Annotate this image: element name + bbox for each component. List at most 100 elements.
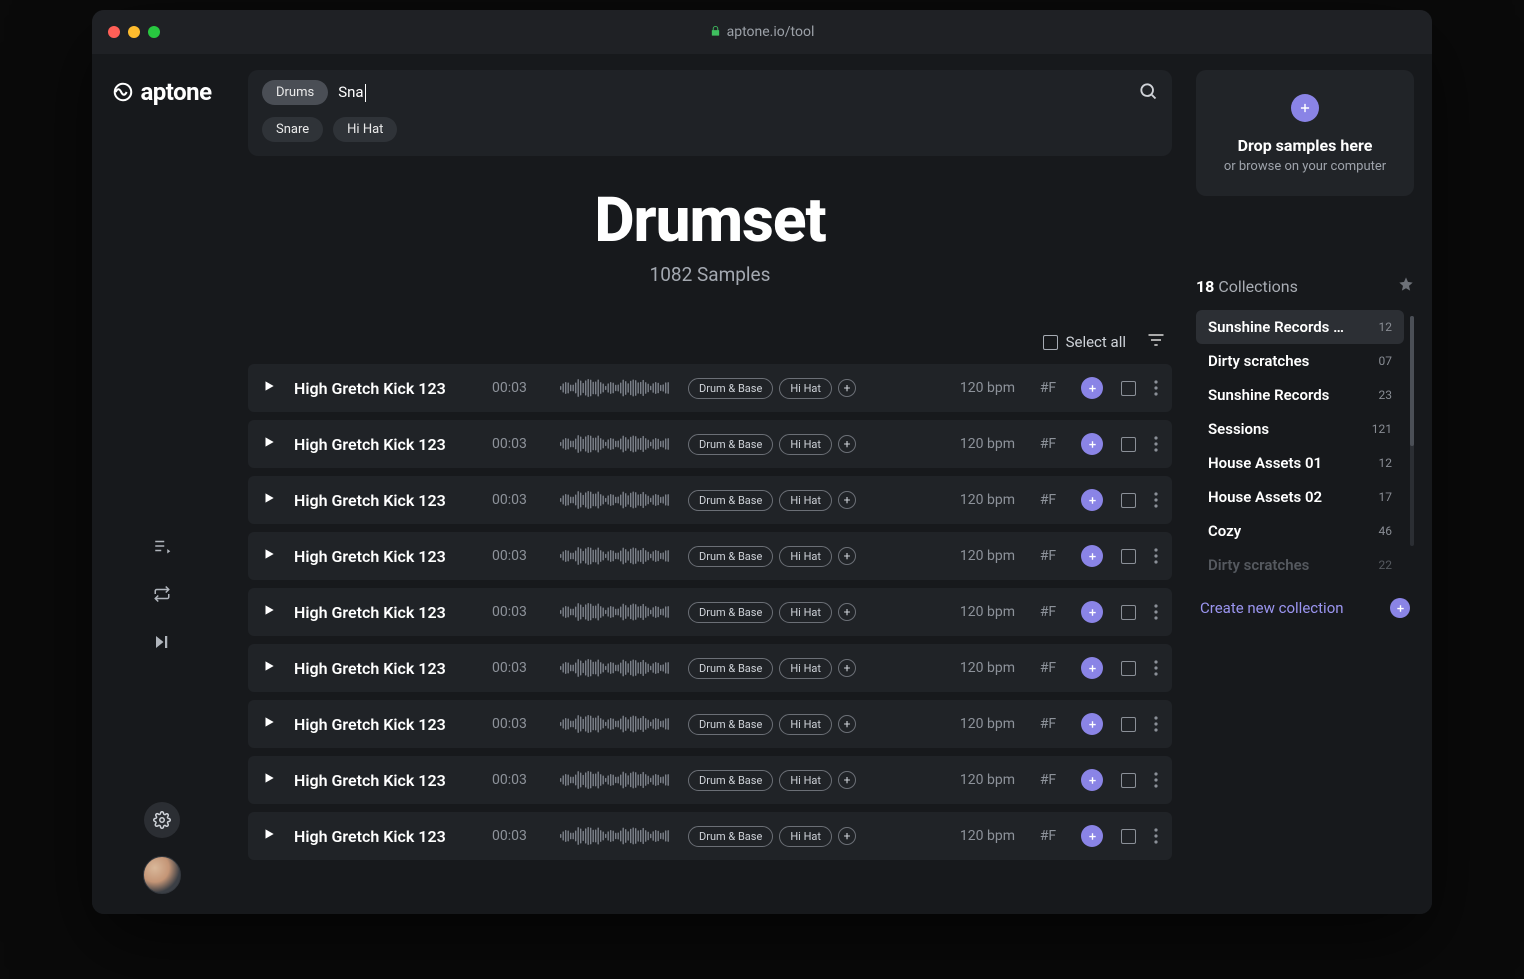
tag-pill[interactable]: Drum & Base — [688, 546, 773, 567]
play-button[interactable] — [262, 434, 276, 454]
row-more-button[interactable] — [1154, 716, 1158, 732]
skip-icon[interactable] — [152, 632, 172, 652]
tag-pill[interactable]: Hi Hat — [779, 826, 832, 847]
row-checkbox[interactable] — [1121, 829, 1136, 844]
collection-count: 07 — [1379, 354, 1393, 368]
tag-pill[interactable]: Drum & Base — [688, 602, 773, 623]
tag-pill[interactable]: Drum & Base — [688, 714, 773, 735]
collections-scrollbar[interactable] — [1410, 316, 1414, 546]
tag-pill[interactable]: Hi Hat — [779, 546, 832, 567]
add-sample-button[interactable] — [1081, 377, 1103, 399]
play-button[interactable] — [262, 546, 276, 566]
brand-logo[interactable]: aptone — [112, 78, 211, 106]
loop-icon[interactable] — [152, 584, 172, 604]
row-more-button[interactable] — [1154, 492, 1158, 508]
create-collection-link[interactable]: Create new collection — [1200, 599, 1344, 617]
sort-button[interactable] — [1146, 330, 1166, 354]
tag-pill[interactable]: Hi Hat — [779, 378, 832, 399]
search-input[interactable]: Sna — [338, 83, 365, 102]
add-sample-button[interactable] — [1081, 601, 1103, 623]
row-more-button[interactable] — [1154, 604, 1158, 620]
add-tag-button[interactable]: + — [838, 547, 856, 565]
search-button[interactable] — [1138, 81, 1158, 105]
play-icon — [262, 658, 276, 674]
collection-item[interactable]: Cozy 46 — [1196, 514, 1404, 548]
tag-pill[interactable]: Drum & Base — [688, 826, 773, 847]
active-filter-chip[interactable]: Drums — [262, 80, 328, 105]
tag-pill[interactable]: Drum & Base — [688, 490, 773, 511]
tag-pill[interactable]: Drum & Base — [688, 434, 773, 455]
row-checkbox[interactable] — [1121, 661, 1136, 676]
add-sample-button[interactable] — [1081, 433, 1103, 455]
row-more-button[interactable] — [1154, 380, 1158, 396]
add-tag-button[interactable]: + — [838, 379, 856, 397]
play-icon — [262, 546, 276, 562]
add-sample-button[interactable] — [1081, 545, 1103, 567]
search-suggestion-chip[interactable]: Snare — [262, 117, 323, 142]
star-icon[interactable] — [1398, 276, 1414, 296]
create-collection-plus-button[interactable] — [1390, 598, 1410, 618]
tag-pill[interactable]: Hi Hat — [779, 658, 832, 679]
sample-key: #F — [1033, 492, 1063, 508]
play-icon — [262, 714, 276, 730]
more-icon — [1154, 828, 1158, 844]
row-more-button[interactable] — [1154, 548, 1158, 564]
add-sample-button[interactable] — [1081, 657, 1103, 679]
add-tag-button[interactable]: + — [838, 827, 856, 845]
row-more-button[interactable] — [1154, 436, 1158, 452]
search-suggestion-chip[interactable]: Hi Hat — [333, 117, 397, 142]
add-tag-button[interactable]: + — [838, 603, 856, 621]
collection-item[interactable]: Dirty scratches 07 — [1196, 344, 1404, 378]
settings-button[interactable] — [144, 802, 180, 838]
row-more-button[interactable] — [1154, 660, 1158, 676]
tag-pill[interactable]: Hi Hat — [779, 490, 832, 511]
add-tag-button[interactable]: + — [838, 435, 856, 453]
row-checkbox[interactable] — [1121, 493, 1136, 508]
tag-pill[interactable]: Hi Hat — [779, 770, 832, 791]
collection-item[interactable]: House Assets 02 17 — [1196, 480, 1404, 514]
play-button[interactable] — [262, 378, 276, 398]
select-all-button[interactable]: Select all — [1043, 333, 1126, 351]
row-checkbox[interactable] — [1121, 717, 1136, 732]
tag-pill[interactable]: Drum & Base — [688, 658, 773, 679]
row-more-button[interactable] — [1154, 772, 1158, 788]
tag-pill[interactable]: Hi Hat — [779, 434, 832, 455]
row-checkbox[interactable] — [1121, 381, 1136, 396]
tag-pill[interactable]: Hi Hat — [779, 714, 832, 735]
collection-item[interactable]: House Assets 01 12 — [1196, 446, 1404, 480]
row-checkbox[interactable] — [1121, 773, 1136, 788]
add-tag-button[interactable]: + — [838, 491, 856, 509]
play-button[interactable] — [262, 770, 276, 790]
collection-item[interactable]: Sunshine Records 23 — [1196, 378, 1404, 412]
row-more-button[interactable] — [1154, 828, 1158, 844]
sample-duration: 00:03 — [492, 492, 542, 508]
queue-icon[interactable] — [152, 536, 172, 556]
row-checkbox[interactable] — [1121, 437, 1136, 452]
play-button[interactable] — [262, 658, 276, 678]
play-button[interactable] — [262, 826, 276, 846]
page-subtitle: 1082 Samples — [248, 263, 1172, 286]
drop-zone[interactable]: Drop samples here or browse on your comp… — [1196, 70, 1414, 196]
collection-item[interactable]: Sunshine Records 1… 12 — [1196, 310, 1404, 344]
play-button[interactable] — [262, 714, 276, 734]
add-sample-button[interactable] — [1081, 769, 1103, 791]
tag-pill[interactable]: Drum & Base — [688, 770, 773, 791]
plus-icon — [1087, 719, 1098, 730]
add-tag-button[interactable]: + — [838, 771, 856, 789]
add-sample-button[interactable] — [1081, 825, 1103, 847]
add-sample-button[interactable] — [1081, 489, 1103, 511]
add-tag-button[interactable]: + — [838, 659, 856, 677]
play-button[interactable] — [262, 602, 276, 622]
collection-item[interactable]: Dirty scratches 22 — [1196, 548, 1404, 580]
avatar[interactable] — [143, 856, 181, 894]
row-checkbox[interactable] — [1121, 605, 1136, 620]
add-sample-button[interactable] — [1081, 713, 1103, 735]
sample-name: High Gretch Kick 123 — [294, 547, 474, 566]
play-button[interactable] — [262, 490, 276, 510]
row-checkbox[interactable] — [1121, 549, 1136, 564]
add-tag-button[interactable]: + — [838, 715, 856, 733]
sample-duration: 00:03 — [492, 548, 542, 564]
tag-pill[interactable]: Drum & Base — [688, 378, 773, 399]
tag-pill[interactable]: Hi Hat — [779, 602, 832, 623]
collection-item[interactable]: Sessions 121 — [1196, 412, 1404, 446]
